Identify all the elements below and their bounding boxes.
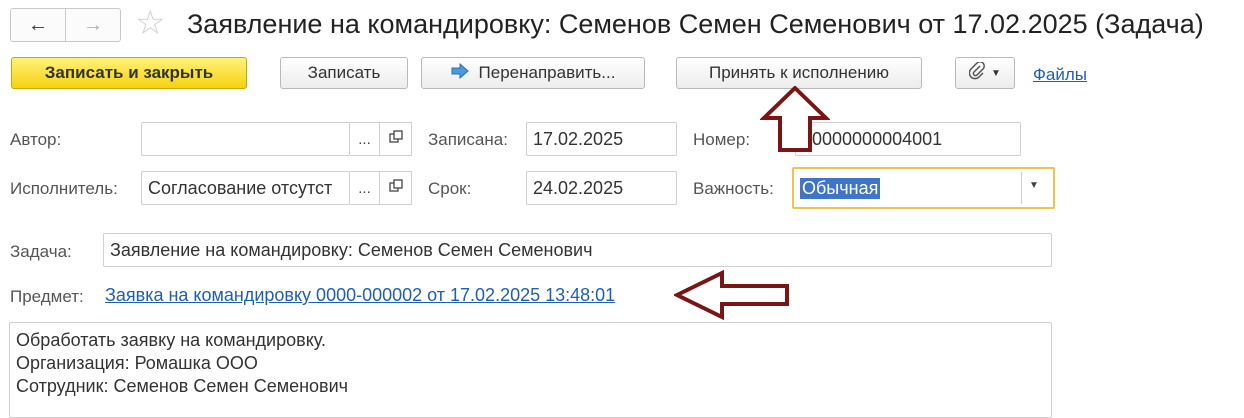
recorded-date-field[interactable]: 17.02.2025 [526, 122, 677, 156]
importance-select[interactable]: Обычная [792, 167, 1055, 209]
description-textarea[interactable]: Обработать заявку на командировку. Орган… [9, 322, 1052, 418]
open-form-icon [388, 179, 403, 197]
recorded-label: Записана: [428, 130, 508, 149]
deadline-label: Срок: [428, 179, 472, 198]
author-open-button[interactable] [380, 122, 412, 156]
attachment-button[interactable]: ▼ [955, 57, 1015, 89]
author-choice-button[interactable]: ... [350, 122, 380, 156]
author-label: Автор: [10, 130, 62, 149]
redirect-label: Перенаправить... [478, 63, 616, 82]
task-field[interactable]: Заявление на командировку: Семенов Семен… [103, 233, 1052, 267]
divider [1021, 172, 1022, 204]
back-button[interactable]: ← [11, 9, 66, 41]
save-and-close-button[interactable]: Записать и закрыть [11, 57, 247, 89]
executor-choice-button[interactable]: ... [350, 171, 380, 205]
annotation-arrow-up [760, 86, 830, 152]
subject-link[interactable]: Заявка на командировку 0000-000002 от 17… [105, 285, 615, 306]
importance-value: Обычная [800, 177, 881, 199]
redirect-button[interactable]: Перенаправить... [421, 57, 645, 89]
executor-field[interactable]: Согласование отсутст [141, 171, 350, 205]
deadline-date-field[interactable]: 24.02.2025 [526, 171, 677, 205]
chevron-down-icon: ▼ [991, 67, 1001, 79]
open-form-icon [388, 130, 403, 148]
description-line: Обработать заявку на командировку. [16, 330, 326, 350]
files-link[interactable]: Файлы [1033, 65, 1087, 85]
author-field[interactable] [141, 122, 350, 156]
description-line: Сотрудник: Семенов Семен Семенович [16, 376, 349, 396]
annotation-arrow-left [674, 270, 790, 320]
importance-label: Важность: [693, 179, 774, 198]
description-line: Организация: Ромашка ООО [16, 353, 258, 373]
redirect-icon [451, 62, 469, 84]
star-icon[interactable]: ☆ [135, 6, 165, 40]
subject-label: Предмет: [10, 287, 84, 306]
arrow-right-icon: → [83, 13, 103, 36]
page-title: Заявление на командировку: Семенов Семен… [187, 9, 1204, 39]
save-button[interactable]: Записать [280, 57, 408, 89]
chevron-down-icon[interactable]: ▼ [1029, 180, 1039, 191]
task-label: Задача: [10, 242, 72, 261]
forward-button[interactable]: → [66, 9, 120, 41]
paperclip-icon [968, 60, 986, 85]
executor-label: Исполнитель: [10, 179, 118, 198]
executor-open-button[interactable] [380, 171, 412, 205]
arrow-left-icon: ← [28, 13, 48, 36]
number-label: Номер: [693, 130, 751, 149]
navigation-buttons: ← → [10, 8, 121, 42]
accept-for-execution-button[interactable]: Принять к исполнению [676, 57, 922, 89]
